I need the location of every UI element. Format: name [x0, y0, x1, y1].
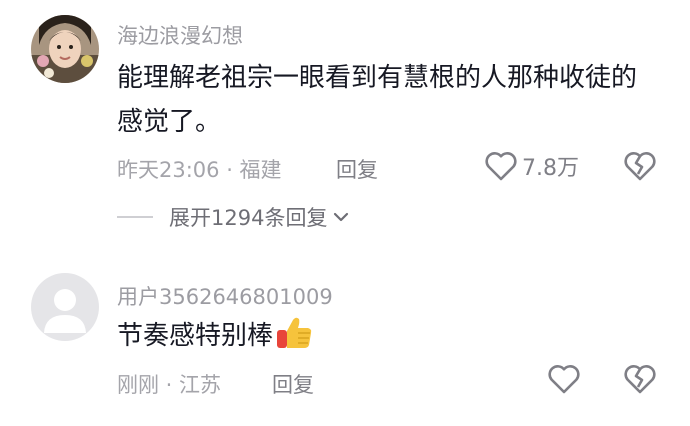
expand-replies-label: 展开1294条回复 — [169, 206, 328, 230]
avatar[interactable] — [31, 273, 99, 341]
dislike-button[interactable] — [623, 363, 657, 399]
comment-item: 用户3562646801009 节奏感特别棒 刚刚 · 江苏 回复 — [0, 256, 690, 426]
dislike-button[interactable] — [623, 150, 657, 186]
reply-button[interactable]: 回复 — [272, 369, 314, 399]
comment-time-location: 昨天23:06 · 福建 — [117, 158, 282, 182]
reply-button[interactable]: 回复 — [336, 154, 378, 184]
broken-heart-icon — [624, 152, 656, 181]
like-button[interactable] — [547, 363, 581, 395]
thumbs-up-emoji-icon — [277, 317, 312, 348]
chevron-down-icon — [334, 212, 349, 222]
comment-username[interactable]: 海边浪漫幻想 — [117, 20, 243, 50]
user-photo-icon — [31, 15, 99, 83]
broken-heart-icon — [624, 365, 656, 394]
default-avatar-icon — [31, 273, 99, 341]
comment-username[interactable]: 用户3562646801009 — [117, 281, 333, 311]
divider-line — [117, 216, 153, 218]
like-count: 7.8万 — [522, 156, 579, 181]
comment-item: 海边浪漫幻想 能理解老祖宗一眼看到有慧根的人那种收徒的感觉了。 昨天23:06 … — [0, 0, 690, 256]
expand-replies-button[interactable]: 展开1294条回复 — [117, 202, 349, 232]
comment-text-content: 节奏感特别棒 — [117, 321, 274, 351]
heart-outline-icon — [485, 152, 517, 181]
comment-text: 节奏感特别棒 — [117, 314, 657, 358]
comment-time-location: 刚刚 · 江苏 — [117, 373, 222, 397]
avatar[interactable] — [31, 15, 99, 83]
like-button[interactable]: 7.8万 — [484, 150, 579, 182]
heart-outline-icon — [548, 365, 580, 394]
comment-text: 能理解老祖宗一眼看到有慧根的人那种收徒的感觉了。 — [117, 63, 638, 137]
